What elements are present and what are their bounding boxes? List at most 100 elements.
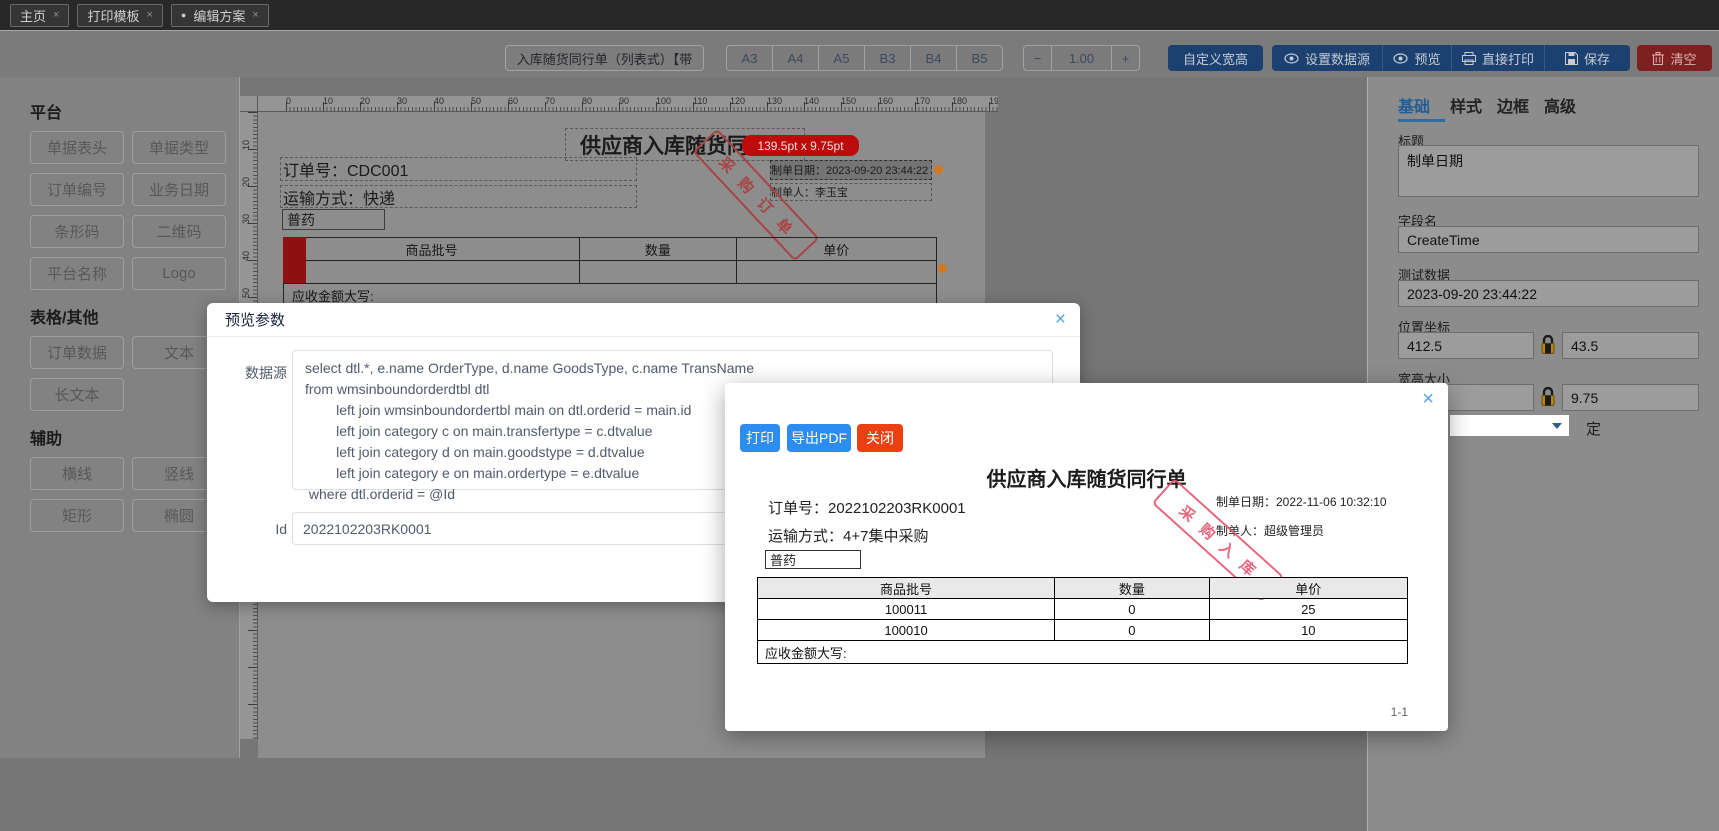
eye-icon: [1393, 52, 1409, 64]
paper-size-a4-button[interactable]: A4: [773, 46, 819, 70]
set-datasource-button[interactable]: 设置数据源: [1272, 45, 1383, 71]
chevron-down-icon: [1552, 422, 1562, 429]
paper-size-group: A3 A4 A5 B3 B4 B5: [726, 45, 1003, 71]
paper-size-b4-button[interactable]: B4: [911, 46, 957, 70]
ruler-corner: [240, 96, 258, 112]
sidebar-item-business-date[interactable]: 业务日期: [132, 173, 226, 206]
zoom-in-button[interactable]: +: [1112, 46, 1139, 70]
tab-home[interactable]: 主页 ×: [10, 3, 70, 27]
close-button[interactable]: 关闭: [857, 424, 903, 452]
platform-grid: 单据表头 单据类型 订单编号 业务日期 条形码 二维码 平台名称 Logo: [30, 131, 239, 290]
zoom-out-button[interactable]: −: [1024, 46, 1052, 70]
preview-table: 商品批号 数量 单价 100011 0 25 100010 0 10 应收金额大…: [757, 577, 1408, 664]
template-drug-type[interactable]: 普药: [282, 209, 385, 230]
lock-icon[interactable]: [1540, 386, 1556, 412]
custom-size-label: 自定义宽高: [1182, 51, 1248, 67]
modified-dot-icon: ●: [180, 10, 187, 20]
custom-size-button[interactable]: 自定义宽高: [1168, 45, 1263, 71]
action-button-group: 设置数据源 预览 直接打印 保存: [1272, 45, 1630, 71]
sidebar-item-doc-type[interactable]: 单据类型: [132, 131, 226, 164]
sidebar-item-barcode[interactable]: 条形码: [30, 215, 124, 248]
page-number: 1-1: [1390, 705, 1408, 719]
tab-border[interactable]: 边框: [1497, 93, 1529, 117]
sidebar-item-qrcode[interactable]: 二维码: [132, 215, 226, 248]
col-header-qty: 数量: [1055, 578, 1210, 598]
field-name-input[interactable]: CreateTime: [1398, 226, 1699, 253]
position-x-input[interactable]: 412.5: [1398, 332, 1534, 359]
tab-edit-plan-label: 编辑方案: [193, 8, 246, 24]
set-datasource-label: 设置数据源: [1304, 51, 1370, 67]
sidebar-item-doc-header[interactable]: 单据表头: [30, 131, 124, 164]
preview-order-no: 订单号：2022102203RK0001: [768, 500, 966, 517]
paper-size-b3-button[interactable]: B3: [865, 46, 911, 70]
table-row: 100010 0 10: [757, 620, 1408, 641]
zoom-control: − 1.00 +: [1023, 45, 1140, 71]
clear-label: 清空: [1670, 51, 1697, 67]
clear-button[interactable]: 清空: [1637, 45, 1712, 71]
tab-home-label: 主页: [20, 8, 47, 24]
drag-handle-dot[interactable]: [934, 165, 943, 174]
direct-print-label: 直接打印: [1481, 51, 1534, 67]
section-title-platform: 平台: [30, 105, 63, 122]
close-icon[interactable]: ×: [1055, 309, 1066, 331]
sidebar-item-hline[interactable]: 横线: [30, 457, 124, 490]
tab-style[interactable]: 样式: [1450, 93, 1482, 117]
template-order-no[interactable]: 订单号：CDC001: [280, 157, 637, 181]
paper-size-a3-button[interactable]: A3: [727, 46, 773, 70]
sidebar-item-logo[interactable]: Logo: [132, 257, 226, 290]
test-data-input[interactable]: 2023-09-20 23:44:22: [1398, 280, 1699, 307]
height-input[interactable]: 9.75: [1562, 384, 1699, 411]
col-header-price: 单价: [1295, 581, 1322, 597]
table-header-qty: 数量: [580, 238, 737, 260]
preview-label: 预览: [1414, 51, 1441, 67]
title-textarea[interactable]: 制单日期: [1398, 145, 1699, 197]
preview-button[interactable]: 预览: [1383, 45, 1452, 71]
drag-handle-dot[interactable]: [938, 264, 947, 273]
close-icon[interactable]: ×: [1422, 388, 1434, 411]
print-button[interactable]: 打印: [740, 424, 780, 452]
selected-cell-marker: [283, 237, 306, 283]
tab-edit-plan[interactable]: ● 编辑方案 ×: [170, 3, 269, 27]
paper-size-a5-button[interactable]: A5: [819, 46, 865, 70]
export-pdf-button[interactable]: 导出PDF: [787, 424, 851, 452]
save-label: 保存: [1583, 51, 1610, 67]
horizontal-ruler: 0 10 20 30 40 50 60 70 80 90 100 110 120 130 14…: [258, 96, 998, 112]
sidebar-item-rect[interactable]: 矩形: [30, 499, 124, 532]
preview-transport: 运输方式：4+7集中采购: [768, 528, 929, 545]
table-row: 100011 0 25: [757, 599, 1408, 620]
table-header-price: 单价: [823, 242, 850, 258]
trash-icon: [1652, 51, 1665, 65]
tab-advanced[interactable]: 高级: [1544, 93, 1576, 117]
sidebar-item-order-no[interactable]: 订单编号: [30, 173, 124, 206]
preview-stamp: 采购入库: [1143, 477, 1293, 603]
template-table[interactable]: 商品批号 数量 单价 应收金额大写:: [283, 237, 937, 307]
tab-edit-plan-close-icon[interactable]: ×: [252, 9, 258, 21]
datasource-label: 数据源: [245, 365, 287, 381]
template-name-field[interactable]: 入库随货同行单（列表式）【带: [505, 45, 704, 71]
template-transport[interactable]: 运输方式：快递: [280, 185, 637, 208]
sidebar-item-order-data[interactable]: 订单数据: [30, 336, 124, 369]
tab-home-close-icon[interactable]: ×: [53, 9, 59, 21]
position-y-input[interactable]: 43.5: [1562, 332, 1699, 359]
save-button[interactable]: 保存: [1545, 45, 1630, 71]
sidebar-item-long-text[interactable]: 长文本: [30, 378, 124, 411]
tab-print-template[interactable]: 打印模板 ×: [77, 3, 163, 27]
tab-print-template-close-icon[interactable]: ×: [146, 9, 152, 21]
table-header-batch: 商品批号: [284, 238, 581, 260]
partial-label: 定: [1586, 421, 1602, 438]
save-icon: [1564, 51, 1578, 65]
active-tab-underline: [1398, 119, 1445, 122]
preview-doc-title: 供应商入库随货同行单: [986, 469, 1187, 491]
paper-size-b5-button[interactable]: B5: [957, 46, 1002, 70]
component-sidebar: 平台 单据表头 单据类型 订单编号 业务日期 条形码 二维码 平台名称 Logo…: [0, 77, 240, 758]
sidebar-item-platform-name[interactable]: 平台名称: [30, 257, 124, 290]
template-create-date-selected[interactable]: 制单日期：2023-09-20 23:44:22: [770, 160, 932, 180]
printer-icon: [1461, 51, 1476, 65]
zoom-value-field[interactable]: 1.00: [1052, 46, 1112, 70]
window-tabbar: 主页 × 打印模板 × ● 编辑方案 ×: [0, 0, 1719, 30]
preview-drug-type: 普药: [765, 550, 861, 569]
tab-basic[interactable]: 基础: [1398, 93, 1430, 117]
align-select[interactable]: [1449, 414, 1570, 437]
lock-icon[interactable]: [1540, 334, 1556, 360]
direct-print-button[interactable]: 直接打印: [1452, 45, 1545, 71]
